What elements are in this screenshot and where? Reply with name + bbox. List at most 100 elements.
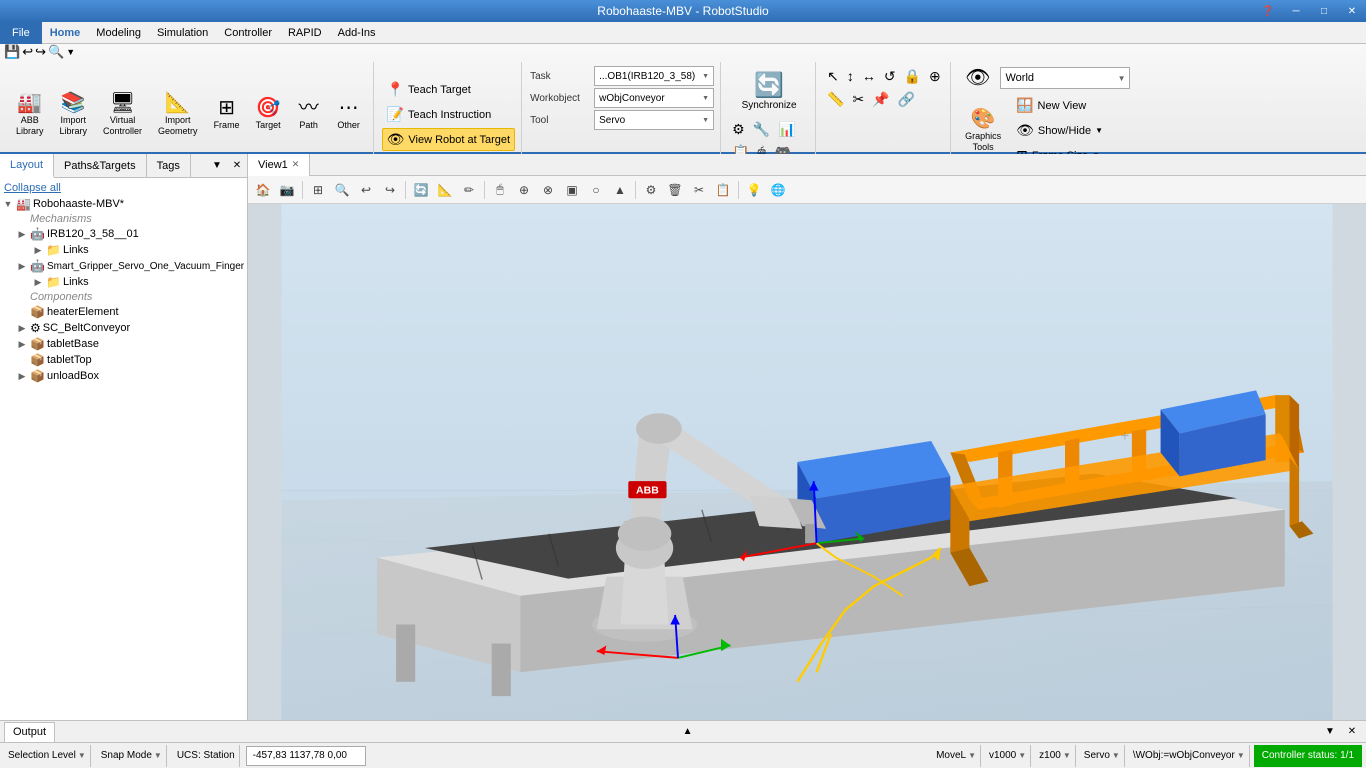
help-btn[interactable]: ❓ [1254, 0, 1282, 22]
ctrl-btn-2[interactable]: 🔧 [750, 119, 773, 140]
snap-mode-dropdown[interactable]: Snap Mode ▼ [97, 745, 167, 767]
tree-item-irb120[interactable]: ▶ 🤖 IRB120_3_58__01 [0, 226, 247, 242]
abb-library-button[interactable]: 🏭 ABBLibrary [10, 89, 50, 141]
tree-item-links1[interactable]: ▶ 📁 Links [0, 242, 247, 258]
expand-belt[interactable]: ▶ [16, 323, 28, 334]
vt-home-btn[interactable]: 🏠 [252, 179, 274, 201]
task-dropdown[interactable]: ...OB1(IRB120_3_58) [594, 66, 714, 86]
expand-links1[interactable]: ▶ [32, 245, 44, 256]
new-view-button[interactable]: 🪟 New View [1011, 94, 1108, 117]
import-geometry-button[interactable]: 📐 ImportGeometry [152, 89, 204, 141]
freehand-btn-10[interactable]: 🔗 [895, 89, 918, 110]
target-button[interactable]: 🎯 Target [250, 94, 287, 135]
world-dropdown[interactable]: World [1000, 67, 1130, 89]
ctrl-btn-3[interactable]: 📊 [775, 119, 798, 140]
vt-zoom[interactable]: 🔍 [331, 179, 353, 201]
synchronize-button[interactable]: 🔄 Synchronize [738, 67, 801, 115]
graphics-tools-button[interactable]: 🎨 GraphicsTools [959, 105, 1007, 157]
vt-camera-btn[interactable]: 📷 [276, 179, 298, 201]
speed-dropdown[interactable]: v1000 ▼ [985, 745, 1031, 767]
tab-tags[interactable]: Tags [147, 154, 191, 178]
vt-delete[interactable]: 🗑 [664, 179, 686, 201]
tab-paths-targets[interactable]: Paths&Targets [54, 154, 147, 178]
freehand-btn-5[interactable]: 🔒 [901, 66, 924, 87]
view-icon-button[interactable]: 👁 [959, 64, 996, 92]
vt-rect[interactable]: ▣ [561, 179, 583, 201]
expand-irb120[interactable]: ▶ [16, 229, 28, 240]
freehand-btn-9[interactable]: 📌 [869, 89, 892, 110]
vt-zoom-extent[interactable]: ⊞ [307, 179, 329, 201]
vt-light[interactable]: 💡 [743, 179, 765, 201]
output-menu-btn[interactable]: ▼ [1320, 721, 1340, 743]
workobject-dropdown[interactable]: wObjConveyor [594, 88, 714, 108]
tree-item-links2[interactable]: ▶ 📁 Links [0, 274, 247, 290]
frame-button[interactable]: ⊞ Frame [208, 94, 246, 135]
tool-dropdown[interactable]: Servo ▼ [1080, 745, 1125, 767]
tree-item-smart-gripper[interactable]: ▶ 🤖 Smart_Gripper_Servo_One_Vacuum_Finge… [0, 258, 247, 274]
vt-undo-view[interactable]: ↩ [355, 179, 377, 201]
menu-file[interactable]: File [0, 22, 42, 44]
quick-save-icon[interactable]: 💾 [4, 44, 20, 60]
z-dropdown[interactable]: z100 ▼ [1035, 745, 1076, 767]
freehand-btn-1[interactable]: ↖ [824, 66, 842, 87]
tree-item-belt[interactable]: ▶ ⚙ SC_BeltConveyor [0, 320, 247, 336]
vt-select[interactable]: 🖱 [489, 179, 511, 201]
view-robot-at-target-button[interactable]: 👁 View Robot at Target [382, 128, 516, 151]
movel-dropdown[interactable]: MoveL ▼ [932, 745, 981, 767]
freehand-btn-3[interactable]: ↔ [859, 66, 879, 87]
vt-remove[interactable]: ⊗ [537, 179, 559, 201]
teach-instruction-button[interactable]: 📝 Teach Instruction [382, 103, 516, 126]
other-button[interactable]: ⋯ Other [331, 94, 367, 135]
freehand-btn-4[interactable]: ↺ [881, 66, 899, 87]
expand-links2[interactable]: ▶ [32, 277, 44, 288]
quick-undo-icon[interactable]: ↩ [22, 44, 33, 60]
maximize-btn[interactable]: □ [1310, 0, 1338, 22]
output-tab[interactable]: Output [4, 722, 55, 742]
tree-item-tablettop[interactable]: 📦 tabletTop [0, 352, 247, 368]
vt-add[interactable]: ⊕ [513, 179, 535, 201]
expand-unloadbox[interactable]: ▶ [16, 371, 28, 382]
tree-item-tabletbase[interactable]: ▶ 📦 tabletBase [0, 336, 247, 352]
quick-zoom-icon[interactable]: 🔍 [48, 44, 64, 60]
tree-item-heater[interactable]: 📦 heaterElement [0, 304, 247, 320]
freehand-btn-8[interactable]: ✂ [850, 89, 868, 110]
vt-redo-view[interactable]: ↪ [379, 179, 401, 201]
collapse-all-link[interactable]: Collapse all [0, 180, 247, 196]
vt-edit[interactable]: ✏ [458, 179, 480, 201]
ctrl-btn-1[interactable]: ⚙ [729, 119, 748, 140]
panel-close-btn[interactable]: ✕ [227, 155, 247, 177]
freehand-btn-6[interactable]: ⊕ [926, 66, 944, 87]
virtual-controller-button[interactable]: 🖥 VirtualController [97, 89, 148, 141]
teach-target-button[interactable]: 📍 Teach Target [382, 78, 516, 101]
3d-scene[interactable]: ABB [248, 204, 1366, 720]
vt-globe[interactable]: 🌐 [767, 179, 789, 201]
show-hide-button[interactable]: 👁 Show/Hide ▼ [1011, 119, 1108, 142]
view1-close-icon[interactable]: ✕ [292, 159, 300, 170]
expand-smart-gripper[interactable]: ▶ [16, 261, 28, 272]
selection-level-dropdown[interactable]: Selection Level ▼ [4, 745, 91, 767]
path-button[interactable]: 〰 Path [291, 94, 327, 135]
vt-rotate[interactable]: 🔄 [410, 179, 432, 201]
menu-home[interactable]: Home [42, 22, 89, 44]
view1-tab[interactable]: View1 ✕ [248, 154, 310, 176]
vt-measure[interactable]: 📐 [434, 179, 456, 201]
minimize-btn[interactable]: ─ [1282, 0, 1310, 22]
vt-circle[interactable]: ○ [585, 179, 607, 201]
menu-rapid[interactable]: RAPID [280, 22, 330, 44]
output-close-btn[interactable]: ✕ [1342, 721, 1362, 743]
import-library-button[interactable]: 📚 ImportLibrary [54, 89, 94, 141]
tab-layout[interactable]: Layout [0, 154, 54, 178]
tree-item-unloadbox[interactable]: ▶ 📦 unloadBox [0, 368, 247, 384]
close-btn[interactable]: ✕ [1338, 0, 1366, 22]
vt-settings[interactable]: ⚙ [640, 179, 662, 201]
menu-modeling[interactable]: Modeling [88, 22, 149, 44]
tree-item-root[interactable]: ▼ 🏭 Robohaaste-MBV* [0, 196, 247, 212]
menu-addins[interactable]: Add-Ins [330, 22, 384, 44]
menu-simulation[interactable]: Simulation [149, 22, 216, 44]
expand-root[interactable]: ▼ [2, 199, 14, 209]
tool-dropdown[interactable]: Servo [594, 110, 714, 130]
wobj-dropdown[interactable]: \WObj:=wObjConveyor ▼ [1129, 745, 1250, 767]
expand-tabletbase[interactable]: ▶ [16, 339, 28, 350]
vt-copy[interactable]: 📋 [712, 179, 734, 201]
vt-tri[interactable]: ▲ [609, 179, 631, 201]
